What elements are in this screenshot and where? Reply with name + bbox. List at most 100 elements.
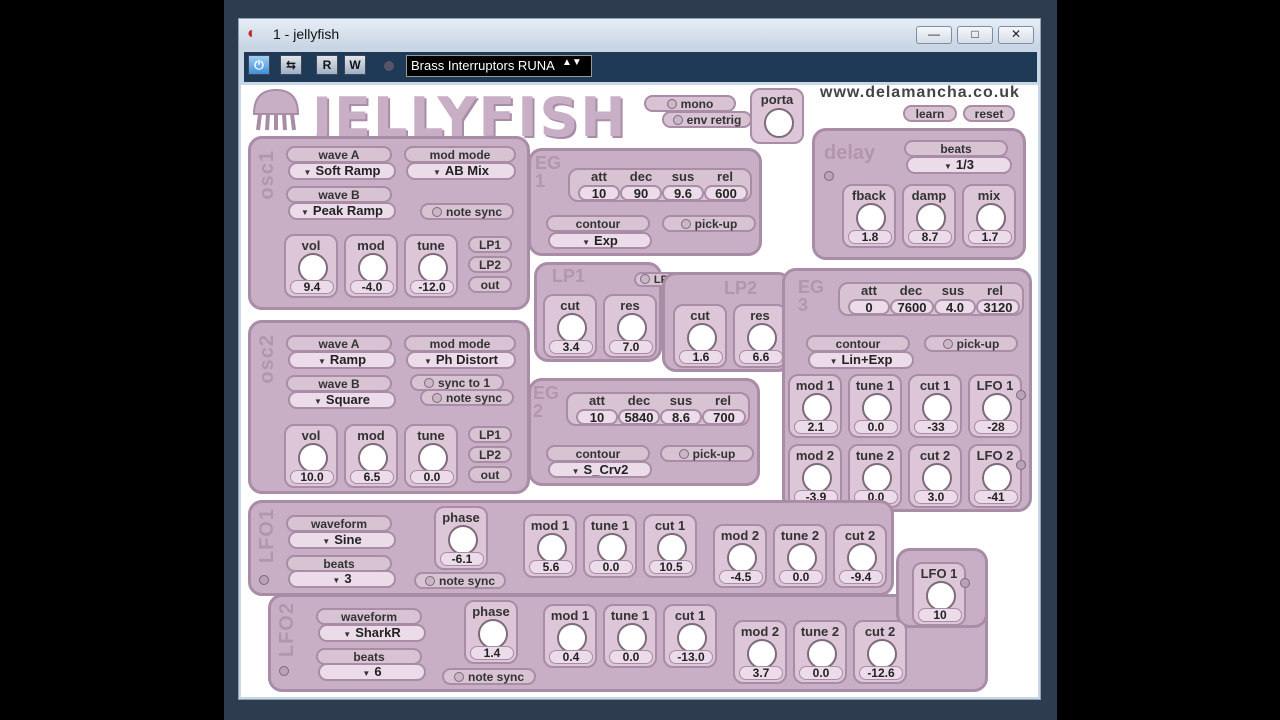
lfo2-note-sync-toggle[interactable]: note sync [442, 668, 536, 685]
osc1-mod-knob[interactable]: mod -4.0 [344, 234, 398, 298]
eg2-dec-field[interactable]: 5840 [618, 409, 660, 425]
eg3-contour-select[interactable]: ▼ Lin+Exp [808, 351, 914, 369]
lfo2-cut2-knob[interactable]: cut 2 -12.6 [853, 620, 907, 684]
eg1-contour-select[interactable]: ▼ Exp [548, 232, 652, 249]
eg3-lfo1-led[interactable] [1016, 390, 1026, 400]
delay-damp-knob[interactable]: damp 8.7 [902, 184, 956, 248]
eg1-dec-field[interactable]: 90 [620, 185, 662, 201]
osc1-waveA-select[interactable]: ▼ Soft Ramp [288, 162, 396, 180]
eg1-rel-field[interactable]: 600 [704, 185, 748, 201]
osc1-mod-mode-select[interactable]: ▼ AB Mix [406, 162, 516, 180]
knob-dial[interactable] [418, 443, 448, 473]
knob-dial[interactable] [862, 393, 892, 423]
lfo1-waveform-select[interactable]: ▼ Sine [288, 531, 396, 549]
power-button[interactable]: ⏻ [248, 55, 270, 75]
read-automation-button[interactable]: R [316, 55, 338, 75]
osc1-lp2-button[interactable]: LP2 [468, 256, 512, 273]
osc2-mod-mode-select[interactable]: ▼ Ph Distort [406, 351, 516, 369]
lfo2-beats-select[interactable]: ▼ 6 [318, 663, 426, 681]
osc2-note-sync-toggle[interactable]: note sync [420, 389, 514, 406]
reset-button[interactable]: reset [963, 105, 1015, 122]
osc1-lp1-button[interactable]: LP1 [468, 236, 512, 253]
osc1-note-sync-toggle[interactable]: note sync [420, 203, 514, 220]
lfo2-lfo1-knob[interactable]: LFO 1 10 [912, 562, 966, 626]
lfo2-cut1-knob[interactable]: cut 1 -13.0 [663, 604, 717, 668]
lp1-cut-knob[interactable]: cut 3.4 [543, 294, 597, 358]
knob-dial[interactable] [802, 463, 832, 493]
knob-dial[interactable] [922, 393, 952, 423]
knob-dial[interactable] [856, 203, 886, 233]
eg3-sus-field[interactable]: 4.0 [934, 299, 976, 315]
knob-dial[interactable] [922, 463, 952, 493]
lp2-cut-knob[interactable]: cut 1.6 [673, 304, 727, 368]
osc2-mod-knob[interactable]: mod 6.5 [344, 424, 398, 488]
knob-dial[interactable] [617, 623, 647, 653]
eg1-pickup-toggle[interactable]: pick-up [662, 215, 756, 232]
delay-mix-knob[interactable]: mix 1.7 [962, 184, 1016, 248]
knob-dial[interactable] [358, 253, 388, 283]
knob-dial[interactable] [976, 203, 1006, 233]
eg2-contour-select[interactable]: ▼ S_Crv2 [548, 461, 652, 478]
knob-dial[interactable] [298, 443, 328, 473]
lfo2-phase-knob[interactable]: phase 1.4 [464, 600, 518, 664]
lfo2-mod2-knob[interactable]: mod 2 3.7 [733, 620, 787, 684]
eg3-mod1-knob[interactable]: mod 1 2.1 [788, 374, 842, 438]
osc2-out-button[interactable]: out [468, 466, 512, 483]
delay-fback-knob[interactable]: fback 1.8 [842, 184, 896, 248]
eg3-cut2-knob[interactable]: cut 2 3.0 [908, 444, 962, 508]
knob-dial[interactable] [916, 203, 946, 233]
mono-toggle[interactable]: mono [644, 95, 736, 112]
eg2-sus-field[interactable]: 8.6 [660, 409, 702, 425]
osc1-tune-knob[interactable]: tune -12.0 [404, 234, 458, 298]
knob-dial[interactable] [617, 313, 647, 343]
eg3-cut1-knob[interactable]: cut 1 -33 [908, 374, 962, 438]
learn-button[interactable]: learn [903, 105, 957, 122]
delay-enable-led[interactable] [824, 171, 834, 181]
eg3-rel-field[interactable]: 3120 [976, 299, 1020, 315]
knob-dial[interactable] [687, 323, 717, 353]
knob-dial[interactable] [802, 393, 832, 423]
osc1-waveB-select[interactable]: ▼ Peak Ramp [288, 202, 396, 220]
eg3-lfo1-knob[interactable]: LFO 1 -28 [968, 374, 1022, 438]
lfo2-waveform-select[interactable]: ▼ SharkR [318, 624, 426, 642]
lfo2-tune1-knob[interactable]: tune 1 0.0 [603, 604, 657, 668]
knob-dial[interactable] [764, 108, 794, 138]
osc2-tune-knob[interactable]: tune 0.0 [404, 424, 458, 488]
maximize-button[interactable]: □ [957, 26, 993, 44]
osc1-out-button[interactable]: out [468, 276, 512, 293]
delay-beats-select[interactable]: ▼ 1/3 [906, 156, 1012, 174]
website-url[interactable]: www.delamancha.co.uk [820, 84, 1020, 102]
write-automation-button[interactable]: W [344, 55, 366, 75]
knob-dial[interactable] [418, 253, 448, 283]
osc2-waveA-select[interactable]: ▼ Ramp [288, 351, 396, 369]
preset-updown-icon[interactable]: ▲▼ [562, 57, 582, 68]
knob-dial[interactable] [557, 623, 587, 653]
env-retrig-toggle[interactable]: env retrig [662, 111, 752, 128]
knob-dial[interactable] [867, 639, 897, 669]
bypass-button[interactable]: ⇆ [280, 55, 302, 75]
lfo2-mod1-knob[interactable]: mod 1 0.4 [543, 604, 597, 668]
close-button[interactable]: ✕ [998, 26, 1034, 44]
eg3-dec-field[interactable]: 7600 [890, 299, 934, 315]
knob-dial[interactable] [862, 463, 892, 493]
knob-dial[interactable] [298, 253, 328, 283]
porta-knob[interactable]: porta [750, 88, 804, 144]
knob-dial[interactable] [982, 463, 1012, 493]
eg1-sus-field[interactable]: 9.6 [662, 185, 704, 201]
knob-dial[interactable] [747, 639, 777, 669]
eg3-lfo2-led[interactable] [1016, 460, 1026, 470]
eg2-att-field[interactable]: 10 [576, 409, 618, 425]
lp1-res-knob[interactable]: res 7.0 [603, 294, 657, 358]
title-bar[interactable]: ◐ 1 - jellyfish — □ ✕ [239, 19, 1040, 49]
lfo2-enable-led[interactable] [279, 666, 289, 676]
knob-dial[interactable] [926, 581, 956, 611]
eg3-tune2-knob[interactable]: tune 2 0.0 [848, 444, 902, 508]
lfo2-lfo1-led[interactable] [960, 578, 970, 588]
minimize-button[interactable]: — [916, 26, 952, 44]
eg2-rel-field[interactable]: 700 [702, 409, 746, 425]
lp2-res-knob[interactable]: res 6.6 [733, 304, 787, 368]
eg3-att-field[interactable]: 0 [848, 299, 890, 315]
osc2-waveB-select[interactable]: ▼ Square [288, 391, 396, 409]
knob-dial[interactable] [677, 623, 707, 653]
eg3-pickup-toggle[interactable]: pick-up [924, 335, 1018, 352]
